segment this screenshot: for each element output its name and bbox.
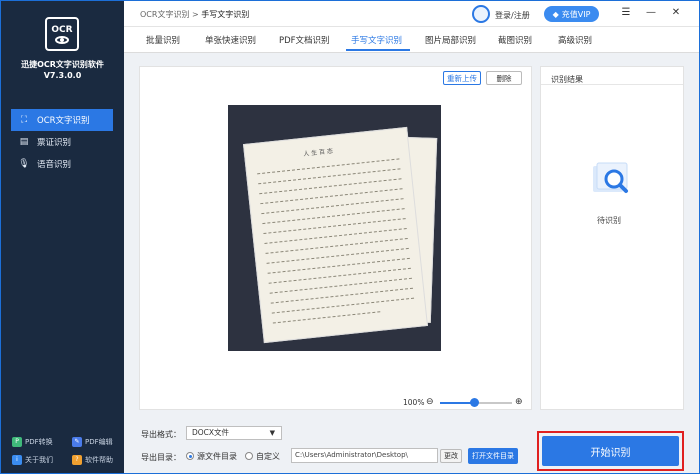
zoom-slider-knob[interactable]: [470, 398, 480, 407]
result-title: 识别结果: [551, 75, 583, 84]
pdf-edit-link[interactable]: ✎ PDF编辑: [72, 437, 113, 447]
tab-image-region[interactable]: 图片局部识别: [425, 34, 476, 46]
sidebar-item-voice[interactable]: 🎙 语音识别: [11, 153, 113, 175]
radio-source-label: 源文件目录: [197, 452, 237, 461]
vip-button[interactable]: ◆ 充值VIP: [544, 6, 599, 22]
result-status: 待识别: [597, 216, 621, 225]
help-icon: ?: [72, 455, 82, 465]
title-bar: OCR文字识别 > 手写文字识别 登录/注册 ◆ 充值VIP ☰ — ✕: [124, 1, 699, 27]
close-icon[interactable]: ✕: [669, 7, 683, 18]
tab-pdf[interactable]: PDF文档识别: [279, 34, 330, 46]
tab-single-fast[interactable]: 单张快速识别: [205, 34, 256, 46]
zoom-out-icon[interactable]: ⊖: [426, 397, 434, 407]
diamond-icon: ◆: [552, 9, 559, 19]
tab-bar: 批量识别 单张快速识别 PDF文档识别 手写文字识别 图片局部识别 截图识别 高…: [124, 27, 699, 53]
open-dir-button[interactable]: 打开文件目录: [468, 448, 518, 464]
start-recognition-button[interactable]: 开始识别: [542, 436, 679, 466]
tab-handwriting[interactable]: 手写文字识别: [351, 34, 402, 46]
zoom-in-icon[interactable]: ⊕: [515, 397, 523, 407]
link-label: 软件帮助: [85, 456, 113, 464]
breadcrumb-current: 手写文字识别: [201, 10, 250, 19]
tab-advanced[interactable]: 高级识别: [558, 34, 592, 46]
export-format-label: 导出格式：: [141, 430, 181, 439]
breadcrumb-separator: >: [192, 10, 199, 19]
app-version: V7.3.0.0: [43, 71, 82, 80]
user-avatar-icon[interactable]: [472, 5, 490, 23]
export-format-select[interactable]: DOCX文件 ▼: [186, 426, 282, 440]
menu-icon[interactable]: ☰: [619, 7, 633, 18]
ticket-icon: ▤: [19, 137, 29, 147]
delete-button[interactable]: 删除: [486, 71, 522, 85]
result-panel: [540, 66, 684, 410]
export-format-value: DOCX文件: [192, 428, 230, 437]
export-dir-label: 导出目录：: [141, 453, 181, 462]
export-path-input[interactable]: C:\Users\Administrator\Desktop\: [291, 448, 438, 463]
uploaded-image: 人 生 百 态: [228, 105, 441, 351]
breadcrumb: OCR文字识别 > 手写文字识别: [140, 9, 249, 20]
breadcrumb-root[interactable]: OCR文字识别: [140, 10, 189, 19]
sidebar-item-ocr[interactable]: ⛶ OCR文字识别: [11, 109, 113, 131]
change-dir-button[interactable]: 更改: [440, 449, 462, 463]
paper-front: 人 生 百 态: [242, 126, 429, 344]
microphone-icon: 🎙: [18, 159, 30, 169]
handwriting-lines: [257, 158, 417, 324]
zoom-level: 100%: [403, 398, 425, 407]
app-logo: OCR: [45, 17, 79, 51]
sidebar-item-label: 票证识别: [37, 138, 72, 148]
reupload-button[interactable]: 重新上传: [443, 71, 481, 85]
sidebar-item-ticket[interactable]: ▤ 票证识别: [11, 131, 113, 153]
scan-icon: ⛶: [20, 115, 28, 125]
radio-custom-dir[interactable]: [245, 452, 253, 460]
pdf-edit-icon: ✎: [72, 437, 82, 447]
about-icon: i: [12, 455, 22, 465]
tab-batch[interactable]: 批量识别: [146, 34, 180, 46]
about-link[interactable]: i 关于我们: [12, 455, 53, 465]
minimize-icon[interactable]: —: [644, 7, 658, 18]
radio-source-dir[interactable]: [186, 452, 194, 460]
link-label: 关于我们: [25, 456, 53, 464]
eye-icon: [55, 35, 69, 44]
link-label: PDF编辑: [85, 438, 113, 446]
pending-search-icon: [593, 162, 628, 193]
link-label: PDF转换: [25, 438, 53, 446]
tab-screenshot[interactable]: 截图识别: [498, 34, 532, 46]
sidebar-item-label: 语音识别: [37, 160, 72, 170]
sidebar: OCR 迅捷OCR文字识别软件 V7.3.0.0 ⛶ OCR文字识别 ▤ 票证识…: [1, 1, 124, 473]
vip-label: 充值VIP: [561, 9, 591, 19]
radio-custom-label: 自定义: [256, 452, 280, 461]
pdf-convert-icon: P: [12, 437, 22, 447]
start-button-highlight: 开始识别: [537, 431, 684, 471]
logo-text: OCR: [51, 24, 73, 35]
active-tab-indicator: [346, 49, 410, 51]
app-name: 迅捷OCR文字识别软件: [21, 60, 104, 69]
sidebar-item-label: OCR文字识别: [37, 116, 90, 126]
help-link[interactable]: ? 软件帮助: [72, 455, 113, 465]
pdf-convert-link[interactable]: P PDF转换: [12, 437, 53, 447]
chevron-down-icon: ▼: [269, 429, 275, 437]
login-link[interactable]: 登录/注册: [495, 10, 530, 21]
